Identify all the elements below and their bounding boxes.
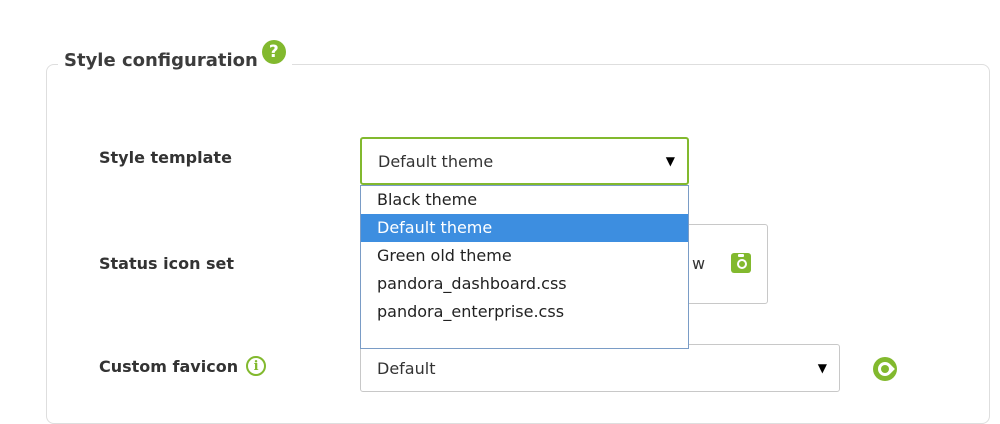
pandora-logo-icon bbox=[873, 357, 897, 381]
dropdown-option-default-theme[interactable]: Default theme bbox=[361, 214, 688, 242]
dropdown-option-green-old-theme[interactable]: Green old theme bbox=[361, 242, 688, 270]
chevron-down-icon: ▼ bbox=[665, 154, 675, 168]
dropdown-option-black-theme[interactable]: Black theme bbox=[361, 186, 688, 214]
camera-icon[interactable] bbox=[731, 253, 751, 273]
custom-favicon-select[interactable]: Default ▼ bbox=[360, 344, 840, 392]
chevron-down-icon: ▼ bbox=[817, 361, 827, 375]
style-template-dropdown[interactable]: Black theme Default theme Green old them… bbox=[360, 185, 689, 349]
custom-favicon-value: Default bbox=[377, 358, 436, 378]
custom-favicon-label: Custom favicon i bbox=[99, 356, 267, 376]
style-template-select[interactable]: Default theme ▼ bbox=[360, 137, 689, 185]
help-icon[interactable]: ? bbox=[261, 39, 286, 64]
dropdown-option-pandora-dashboard[interactable]: pandora_dashboard.css bbox=[361, 270, 688, 298]
section-title-text: Style configuration bbox=[64, 50, 258, 71]
status-icon-set-text: w bbox=[692, 254, 706, 273]
section-title: Style configuration ? bbox=[58, 39, 292, 71]
info-icon[interactable]: i bbox=[246, 356, 267, 376]
style-template-value: Default theme bbox=[378, 151, 494, 171]
style-template-label: Style template bbox=[99, 148, 232, 167]
status-icon-set-label: Status icon set bbox=[99, 254, 235, 273]
dropdown-option-pandora-enterprise[interactable]: pandora_enterprise.css bbox=[361, 298, 688, 326]
